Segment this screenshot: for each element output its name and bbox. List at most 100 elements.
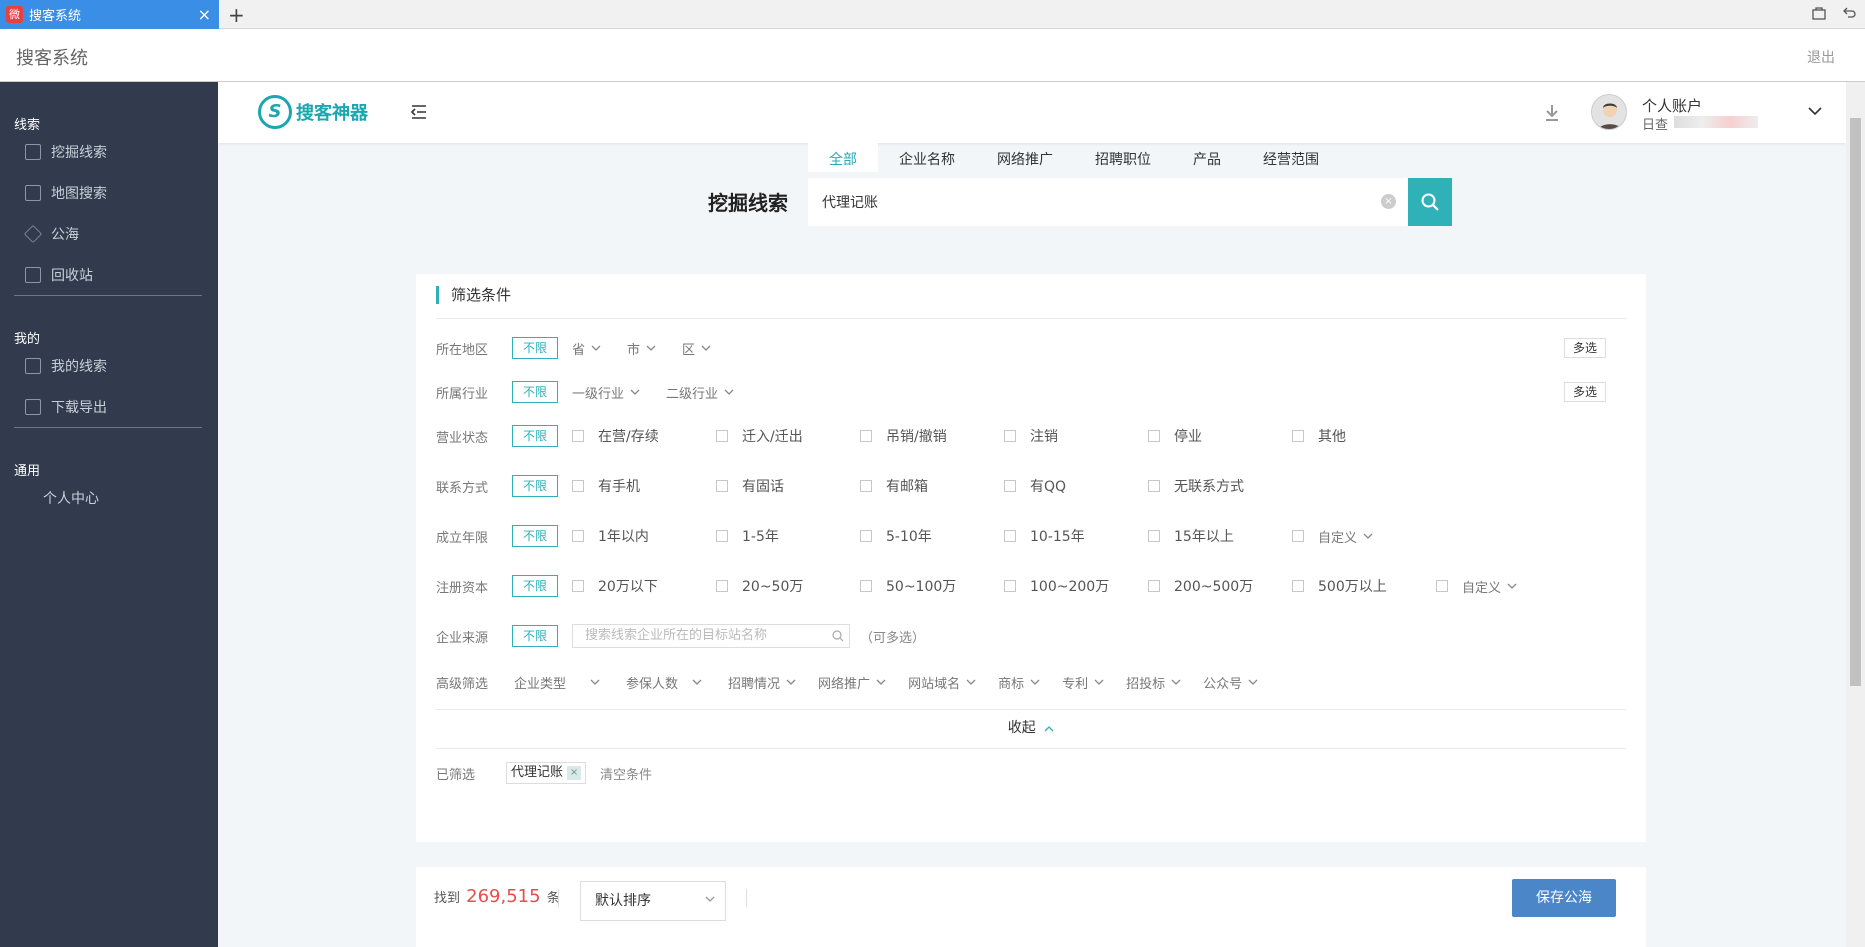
capital-custom[interactable]: 自定义	[1436, 577, 1580, 596]
checkbox[interactable]	[572, 530, 585, 542]
capital-option[interactable]: 50~100万	[860, 576, 1004, 596]
menu-collapse-icon[interactable]	[410, 104, 428, 120]
logo[interactable]: S 搜客神器	[258, 95, 368, 129]
status-option[interactable]: 吊销/撤销	[860, 426, 1004, 446]
tab-company-name[interactable]: 企业名称	[878, 142, 976, 172]
checkbox[interactable]	[1148, 580, 1161, 592]
years-option[interactable]: 5-10年	[860, 526, 1004, 546]
save-public-sea-button[interactable]: 保存公海	[1512, 879, 1616, 917]
sidebar-item-my-clues[interactable]: 我的线索	[25, 356, 107, 376]
checkbox[interactable]	[1436, 580, 1449, 592]
tab-business-scope[interactable]: 经营范围	[1242, 142, 1340, 172]
advanced-dropdown[interactable]: 公众号	[1203, 673, 1258, 692]
checkbox[interactable]	[572, 430, 585, 442]
checkbox[interactable]	[1004, 530, 1017, 542]
advanced-dropdown[interactable]: 专利	[1062, 673, 1104, 692]
avatar[interactable]	[1591, 94, 1627, 130]
sidebar-item-personal-center[interactable]: 个人中心	[43, 488, 99, 508]
sidebar-item-recycle-bin[interactable]: 回收站	[25, 265, 93, 285]
chevron-down-icon[interactable]	[1808, 106, 1822, 116]
district-dropdown[interactable]: 区	[682, 339, 711, 358]
no-limit-button[interactable]: 不限	[512, 525, 559, 547]
extension-icon[interactable]	[1811, 5, 1827, 21]
search-button[interactable]	[1408, 178, 1452, 226]
no-limit-button[interactable]: 不限	[512, 575, 559, 597]
tab-product[interactable]: 产品	[1172, 142, 1242, 172]
tab-web-promotion[interactable]: 网络推广	[976, 142, 1074, 172]
checkbox[interactable]	[1292, 430, 1305, 442]
multi-select-button[interactable]: 多选	[1563, 382, 1606, 402]
sidebar-item-mine-clues[interactable]: 挖掘线索	[25, 142, 107, 162]
collapse-toggle[interactable]: 收起	[416, 717, 1646, 737]
status-option[interactable]: 停业	[1148, 426, 1292, 446]
browser-tab[interactable]: 微 搜客系统 ×	[0, 0, 219, 29]
industry-level1-dropdown[interactable]: 一级行业	[572, 383, 640, 402]
checkbox[interactable]	[860, 580, 873, 592]
capital-option[interactable]: 500万以上	[1292, 576, 1436, 596]
capital-option[interactable]: 20万以下	[572, 576, 716, 596]
checkbox[interactable]	[1148, 530, 1161, 542]
no-limit-button[interactable]: 不限	[512, 381, 559, 403]
checkbox[interactable]	[1292, 580, 1305, 592]
capital-option[interactable]: 20~50万	[716, 576, 860, 596]
chip-remove-icon[interactable]: ×	[567, 766, 582, 780]
checkbox[interactable]	[716, 430, 729, 442]
advanced-dropdown[interactable]: 招聘情况	[728, 673, 796, 692]
checkbox[interactable]	[572, 480, 585, 492]
advanced-dropdown[interactable]: 招投标	[1126, 673, 1181, 692]
status-option[interactable]: 注销	[1004, 426, 1148, 446]
years-option[interactable]: 15年以上	[1148, 526, 1292, 546]
new-tab-button[interactable]: +	[228, 3, 245, 27]
source-search-input[interactable]: 搜索线索企业所在的目标站名称	[572, 624, 851, 648]
multi-select-button[interactable]: 多选	[1563, 338, 1606, 358]
contact-option[interactable]: 有固话	[716, 476, 860, 496]
tab-all[interactable]: 全部	[808, 142, 878, 172]
scrollbar-thumb[interactable]	[1850, 118, 1861, 686]
undo-icon[interactable]	[1841, 5, 1857, 21]
sidebar-item-map-search[interactable]: 地图搜索	[25, 183, 107, 203]
contact-option[interactable]: 有QQ	[1004, 476, 1148, 496]
checkbox[interactable]	[860, 430, 873, 442]
sidebar-item-download-export[interactable]: 下载导出	[25, 397, 107, 417]
checkbox[interactable]	[1292, 530, 1305, 542]
status-option[interactable]: 迁入/迁出	[716, 426, 860, 446]
advanced-dropdown[interactable]: 参保人数	[626, 673, 702, 692]
contact-option[interactable]: 有邮箱	[860, 476, 1004, 496]
checkbox[interactable]	[860, 480, 873, 492]
checkbox[interactable]	[716, 480, 729, 492]
custom-dropdown[interactable]: 自定义	[1318, 527, 1373, 546]
download-icon[interactable]	[1544, 104, 1560, 122]
checkbox[interactable]	[860, 530, 873, 542]
years-option[interactable]: 10-15年	[1004, 526, 1148, 546]
status-option[interactable]: 其他	[1292, 426, 1436, 446]
no-limit-button[interactable]: 不限	[512, 337, 559, 359]
years-option[interactable]: 1-5年	[716, 526, 860, 546]
advanced-dropdown[interactable]: 网络推广	[818, 673, 886, 692]
industry-level2-dropdown[interactable]: 二级行业	[666, 383, 734, 402]
years-custom[interactable]: 自定义	[1292, 527, 1436, 546]
province-dropdown[interactable]: 省	[572, 339, 601, 358]
checkbox[interactable]	[1004, 480, 1017, 492]
clear-filters-link[interactable]: 清空条件	[600, 764, 652, 783]
checkbox[interactable]	[716, 580, 729, 592]
checkbox[interactable]	[1004, 430, 1017, 442]
clear-icon[interactable]: ×	[1381, 194, 1396, 209]
custom-dropdown[interactable]: 自定义	[1462, 577, 1517, 596]
checkbox[interactable]	[1148, 430, 1161, 442]
tab-close-icon[interactable]: ×	[198, 5, 211, 24]
checkbox[interactable]	[572, 580, 585, 592]
checkbox[interactable]	[1148, 480, 1161, 492]
sort-select[interactable]: 默认排序	[580, 881, 726, 921]
checkbox[interactable]	[1004, 580, 1017, 592]
no-limit-button[interactable]: 不限	[512, 475, 559, 497]
logout-link[interactable]: 退出	[1807, 47, 1835, 67]
advanced-dropdown[interactable]: 企业类型	[514, 673, 600, 692]
status-option[interactable]: 在营/存续	[572, 426, 716, 446]
contact-option[interactable]: 无联系方式	[1148, 476, 1292, 496]
no-limit-button[interactable]: 不限	[512, 625, 559, 647]
city-dropdown[interactable]: 市	[627, 339, 656, 358]
advanced-dropdown[interactable]: 网站域名	[908, 673, 976, 692]
vertical-scrollbar[interactable]	[1846, 82, 1865, 947]
capital-option[interactable]: 200~500万	[1148, 576, 1292, 596]
tab-recruit-position[interactable]: 招聘职位	[1074, 142, 1172, 172]
